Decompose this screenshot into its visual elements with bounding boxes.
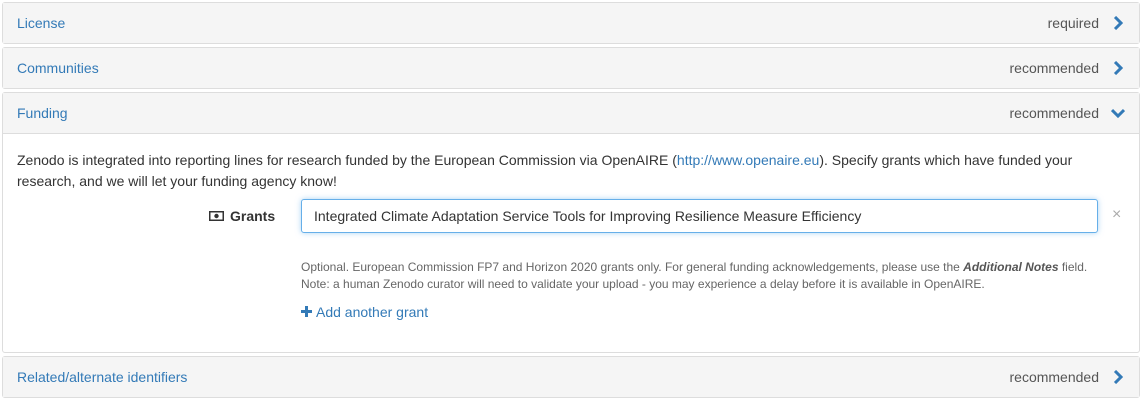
- funding-intro-text-start: Zenodo is integrated into reporting line…: [17, 152, 677, 168]
- related-identifiers-panel: Related/alternate identifiers recommende…: [2, 356, 1140, 398]
- related-identifiers-status: recommended: [1009, 369, 1100, 385]
- chevron-right-icon[interactable]: [1111, 370, 1125, 384]
- help-line-1: Optional. European Commission FP7 and Ho…: [301, 259, 1131, 276]
- plus-icon: [301, 304, 312, 320]
- communities-title[interactable]: Communities: [17, 60, 99, 76]
- help-line-2: Note: a human Zenodo curator will need t…: [301, 277, 985, 291]
- add-another-grant-label: Add another grant: [316, 304, 429, 320]
- grants-label-text: Grants: [230, 208, 276, 224]
- help-line-1-end: field.: [1058, 260, 1088, 274]
- help-additional-notes: Additional Notes: [963, 260, 1059, 274]
- help-line-1-start: Optional. European Commission FP7 and Ho…: [301, 260, 964, 274]
- license-panel: License required: [2, 2, 1140, 44]
- add-another-grant-button[interactable]: Add another grant: [301, 304, 428, 320]
- communities-status: recommended: [1009, 60, 1100, 76]
- related-identifiers-title[interactable]: Related/alternate identifiers: [17, 369, 187, 385]
- license-title[interactable]: License: [17, 15, 65, 31]
- funding-intro: Zenodo is integrated into reporting line…: [17, 150, 1125, 192]
- license-panel-heading[interactable]: License required: [3, 3, 1139, 43]
- funding-panel-heading[interactable]: Funding recommended: [3, 93, 1139, 134]
- chevron-right-icon[interactable]: [1111, 61, 1125, 75]
- openaire-link[interactable]: http://www.openaire.eu: [677, 152, 819, 168]
- related-identifiers-panel-heading[interactable]: Related/alternate identifiers recommende…: [3, 357, 1139, 397]
- funding-panel: Funding recommended Zenodo is integrated…: [2, 92, 1140, 353]
- chevron-right-icon[interactable]: [1111, 16, 1125, 30]
- funding-panel-body: Zenodo is integrated into reporting line…: [3, 134, 1139, 192]
- license-status: required: [1047, 15, 1099, 31]
- funding-title[interactable]: Funding: [17, 105, 68, 121]
- close-icon[interactable]: ×: [1112, 206, 1121, 224]
- communities-panel-heading[interactable]: Communities recommended: [3, 48, 1139, 88]
- grants-label: Grants: [209, 208, 275, 224]
- funding-status: recommended: [1009, 105, 1100, 121]
- money-icon: [209, 211, 224, 221]
- grants-row: Grants ×: [3, 199, 1139, 233]
- grants-help-text: Optional. European Commission FP7 and Ho…: [301, 259, 1131, 293]
- grants-input[interactable]: [301, 199, 1098, 233]
- chevron-down-icon[interactable]: [1111, 106, 1125, 120]
- communities-panel: Communities recommended: [2, 47, 1140, 89]
